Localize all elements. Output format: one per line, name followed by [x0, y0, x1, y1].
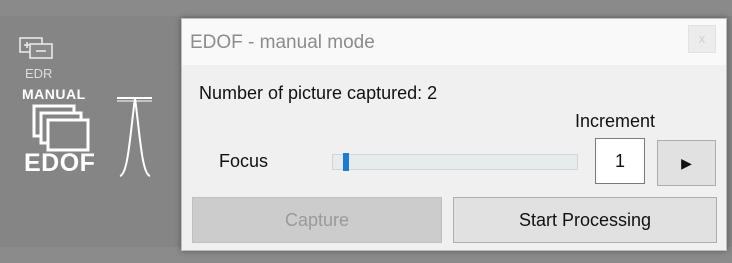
focus-slider[interactable]	[332, 153, 578, 171]
close-button[interactable]: x	[688, 25, 716, 53]
increment-label: Increment	[575, 111, 656, 131]
edof-label: EDOF	[24, 149, 96, 177]
app-background: EDR MANUAL EDOF EDOF - manual mode x Num…	[0, 0, 732, 263]
captured-count-text: Number of picture captured: 2	[199, 83, 438, 103]
focus-slider-thumb[interactable]	[342, 153, 349, 171]
edr-label: EDR	[25, 66, 53, 81]
capture-button[interactable]: Capture	[192, 197, 442, 243]
play-icon: ▶	[681, 155, 692, 171]
dialog-titlebar[interactable]: EDOF - manual mode x	[182, 19, 726, 65]
play-button[interactable]: ▶	[657, 140, 716, 186]
focus-label: Focus	[219, 151, 269, 171]
top-strip	[0, 0, 732, 16]
dialog-title: EDOF - manual mode	[190, 32, 375, 53]
increment-field[interactable]: 1	[595, 138, 645, 184]
manual-label: MANUAL	[22, 86, 86, 102]
start-processing-button[interactable]: Start Processing	[453, 197, 717, 243]
edof-dialog: EDOF - manual mode x Number of picture c…	[181, 18, 727, 251]
